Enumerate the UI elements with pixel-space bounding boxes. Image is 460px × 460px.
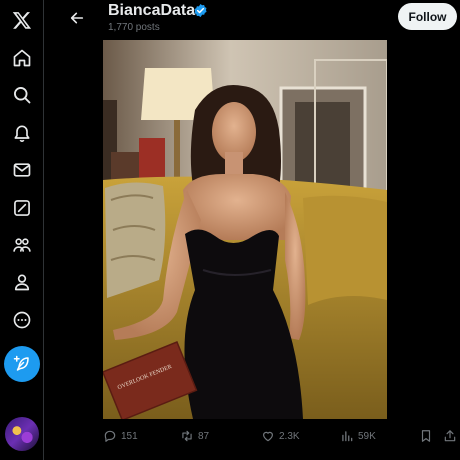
share-icon [444,430,456,442]
repost-icon [182,430,192,442]
arrow-left-icon [70,12,84,24]
back-button[interactable] [63,4,91,32]
compose-post-button[interactable] [4,346,40,382]
follow-button[interactable]: Follow [398,3,457,30]
share-button[interactable] [443,426,457,446]
bookmark-icon [421,430,431,442]
post-image[interactable]: OVERLOOK FENDER [103,40,387,419]
reply-icon [104,430,116,442]
post-actions-bar: 151 87 2.3K 59K [55,426,460,446]
post-count: 1,770 posts [108,22,160,33]
notifications-icon[interactable] [4,115,40,151]
repost-button[interactable]: 87 [180,426,209,446]
search-icon[interactable] [4,77,40,113]
heart-icon [263,431,273,442]
photo: OVERLOOK FENDER [103,40,387,419]
account-avatar[interactable] [5,417,39,451]
views-button[interactable]: 59K [340,426,376,446]
profile-icon[interactable] [4,264,40,300]
more-icon[interactable] [4,302,40,338]
x-logo-icon[interactable] [4,2,40,38]
feather-plus-icon [13,355,29,371]
profile-name[interactable]: BiancaData [108,2,195,20]
messages-icon[interactable] [4,152,40,188]
grok-icon[interactable] [4,190,40,226]
home-icon[interactable] [4,40,40,76]
views-chart-icon [342,431,353,442]
like-button[interactable]: 2.3K [261,426,300,446]
reply-button[interactable]: 151 [103,426,138,446]
bookmark-button[interactable] [419,426,433,446]
post-detail-column: BiancaData 1,770 posts Follow OVERLOOK F… [55,0,460,460]
like-count: 2.3K [279,430,300,442]
repost-count: 87 [198,430,210,442]
reply-count: 151 [121,430,138,442]
communities-icon[interactable] [4,227,40,263]
left-nav-rail [0,0,44,460]
verified-badge-icon [194,3,207,18]
views-count: 59K [358,430,376,442]
post-header: BiancaData 1,770 posts Follow [55,0,460,40]
